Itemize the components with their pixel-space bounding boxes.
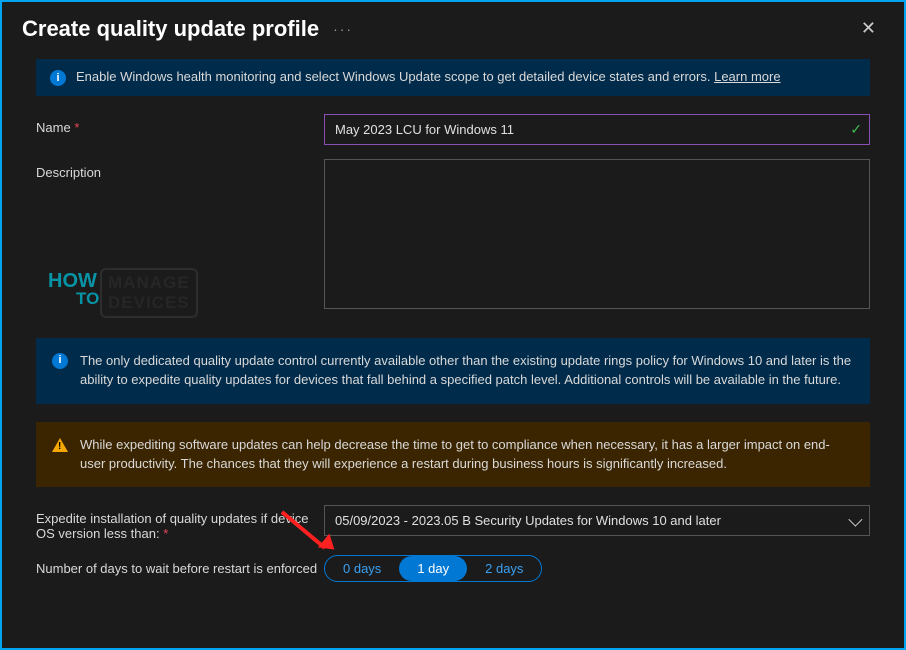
expedite-dropdown[interactable]: 05/09/2023 - 2023.05 B Security Updates … — [324, 505, 870, 536]
restart-option-2days[interactable]: 2 days — [467, 556, 541, 581]
description-label: Description — [36, 159, 324, 180]
health-monitoring-banner: i Enable Windows health monitoring and s… — [36, 59, 870, 96]
restart-option-0days[interactable]: 0 days — [325, 556, 399, 581]
warning-icon — [52, 438, 68, 452]
info-icon: i — [52, 353, 68, 369]
chevron-down-icon — [848, 512, 862, 526]
learn-more-link[interactable]: Learn more — [714, 69, 780, 84]
description-input[interactable] — [324, 159, 870, 309]
restart-days-label: Number of days to wait before restart is… — [36, 555, 324, 576]
more-icon[interactable]: ··· — [333, 21, 353, 37]
page-header: Create quality update profile ··· ✕ — [2, 2, 904, 59]
restart-days-group: 0 days 1 day 2 days — [324, 555, 542, 582]
name-label: Name * — [36, 114, 324, 135]
check-icon: ✓ — [850, 121, 862, 138]
info-icon: i — [50, 70, 66, 86]
close-button[interactable]: ✕ — [853, 12, 884, 45]
name-input[interactable] — [324, 114, 870, 145]
expedite-selected-value: 05/09/2023 - 2023.05 B Security Updates … — [335, 513, 721, 528]
warning-block: While expediting software updates can he… — [36, 422, 870, 488]
page-title: Create quality update profile — [22, 16, 319, 42]
banner-text: Enable Windows health monitoring and sel… — [76, 69, 714, 84]
restart-option-1day[interactable]: 1 day — [399, 556, 467, 581]
warning-block-text: While expediting software updates can he… — [80, 436, 854, 474]
info-block: i The only dedicated quality update cont… — [36, 338, 870, 404]
info-block-text: The only dedicated quality update contro… — [80, 352, 854, 390]
expedite-label: Expedite installation of quality updates… — [36, 505, 324, 541]
